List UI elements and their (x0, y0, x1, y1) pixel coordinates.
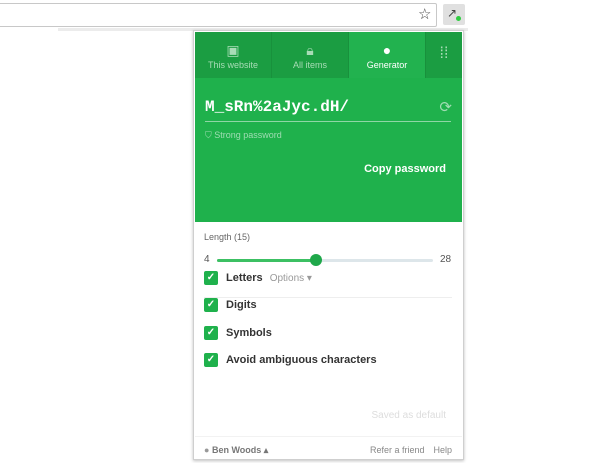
checkbox-checked-icon[interactable]: ✓ (204, 326, 218, 340)
length-min: 4 (204, 254, 210, 265)
apps-grid-icon: ⁞⁞ (439, 45, 449, 62)
user-avatar-icon: ● (204, 445, 210, 455)
length-label: Length (15) (204, 232, 251, 242)
status-dot (456, 16, 461, 21)
length-max: 28 (440, 254, 452, 265)
tab-all-items[interactable]: 🔒︎ All items (272, 32, 349, 78)
generator-header: ▣ This website 🔒︎ All items ● Generator ⁞⁞ … (195, 32, 462, 222)
copy-password-button[interactable]: Copy password (364, 163, 446, 175)
option-letters[interactable]: ✓ Letters Options ▾ (204, 271, 312, 285)
lock-icon: 🔒︎ (306, 42, 314, 58)
tab-this-website[interactable]: ▣ This website (195, 32, 272, 78)
option-label: Digits (226, 299, 257, 311)
website-icon: ▣ (226, 42, 240, 58)
length-slider[interactable] (217, 254, 433, 266)
refer-link[interactable]: Refer a friend (370, 445, 425, 455)
tab-label: Generator (366, 60, 408, 70)
strength-indicator: ⛉ Strong password (205, 130, 282, 141)
option-avoid-ambiguous[interactable]: ✓ Avoid ambiguous characters (204, 353, 377, 367)
account-menu[interactable]: ● Ben Woods ▴ (204, 445, 268, 456)
popup-footer: ● Ben Woods ▴ Refer a friend Help (195, 436, 462, 460)
option-symbols[interactable]: ✓ Symbols (204, 326, 272, 340)
star-icon[interactable]: ☆ (418, 5, 431, 23)
slider-fill (217, 259, 316, 262)
letters-options-dropdown[interactable]: Options ▾ (270, 273, 312, 284)
tab-label: This website (207, 60, 259, 70)
extension-button[interactable]: ↗ (443, 4, 465, 25)
tab-generator[interactable]: ● Generator (349, 32, 426, 78)
generator-icon: ● (382, 42, 392, 58)
refresh-icon[interactable]: ⟳ (439, 98, 452, 116)
checkbox-checked-icon[interactable]: ✓ (204, 271, 218, 285)
slider-thumb[interactable] (310, 254, 322, 266)
checkbox-checked-icon[interactable]: ✓ (204, 353, 218, 367)
address-bar[interactable] (0, 3, 437, 27)
option-label: Symbols (226, 327, 272, 339)
user-name: Ben Woods ▴ (211, 445, 269, 455)
generated-password[interactable]: M_sRn%2aJyc.dH/ (205, 98, 451, 122)
tab-bar: ▣ This website 🔒︎ All items ● Generator ⁞⁞ (195, 32, 462, 78)
option-label: Avoid ambiguous characters (226, 354, 377, 366)
strength-label: Strong password (214, 130, 282, 140)
option-digits[interactable]: ✓ Digits (204, 298, 257, 312)
saved-as-default: Saved as default (371, 410, 447, 421)
option-label: Letters (226, 272, 263, 284)
generator-popup: ▣ This website 🔒︎ All items ● Generator ⁞⁞ … (193, 30, 464, 460)
tab-label: All items (292, 60, 327, 70)
tab-apps[interactable]: ⁞⁞ (426, 32, 462, 78)
shield-icon: ⛉ (205, 130, 215, 140)
help-link[interactable]: Help (433, 445, 452, 455)
checkbox-checked-icon[interactable]: ✓ (204, 298, 218, 312)
